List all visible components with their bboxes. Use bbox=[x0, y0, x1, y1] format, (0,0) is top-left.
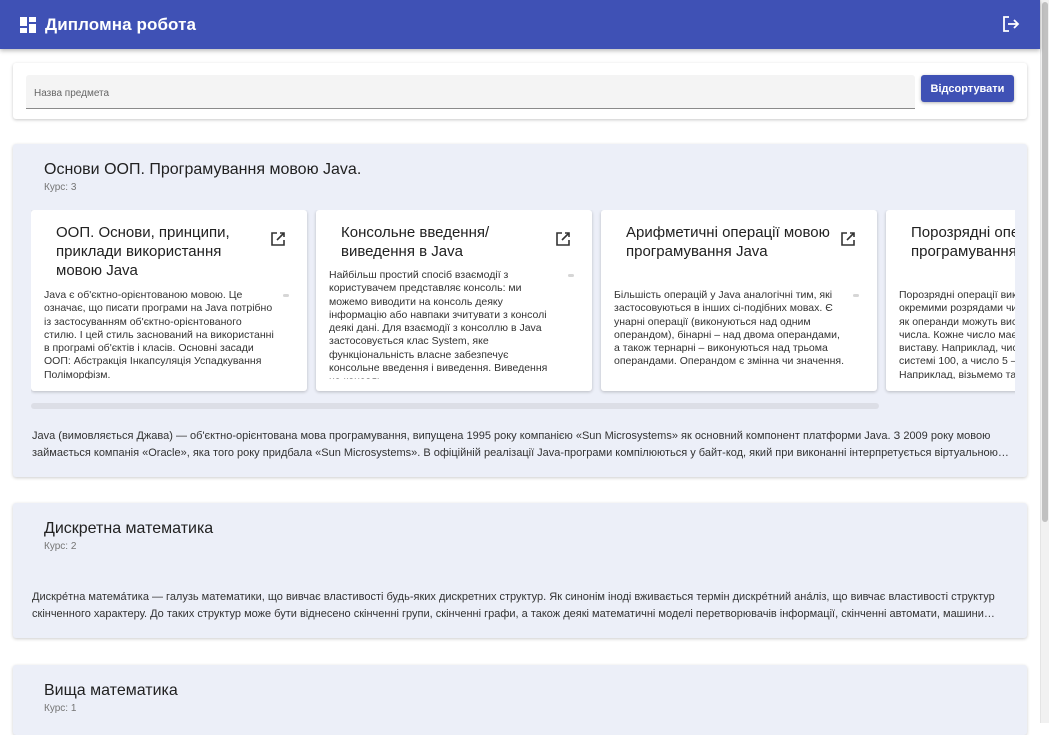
subject-title: Основи ООП. Програмування мовою Java. bbox=[44, 161, 362, 178]
topic-text: Більшість операцій у Java аналогічні тим… bbox=[614, 289, 844, 368]
topic-title: Арифметичні операції мовою програмування… bbox=[626, 224, 830, 260]
open-in-new-icon[interactable] bbox=[554, 230, 572, 248]
topic-text: Java є об'єктно-орієнтованою мовою. Це о… bbox=[44, 289, 274, 379]
page-scrollbar[interactable] bbox=[1040, 0, 1049, 723]
topic-card[interactable]: Порозрядні операції мовою програмування … bbox=[886, 210, 1015, 391]
app-bar: Дипломна робота bbox=[0, 0, 1040, 49]
subject-course: Курс: 1 bbox=[44, 703, 77, 714]
dashboard-icon bbox=[20, 16, 36, 33]
subject-card: Основи ООП. Програмування мовою Java. Ку… bbox=[13, 144, 1027, 477]
open-in-new-icon[interactable] bbox=[839, 230, 857, 248]
subject-title: Дискретна математика bbox=[44, 520, 214, 537]
topic-text-scrollbar[interactable] bbox=[283, 294, 289, 297]
topic-title: ООП. Основи, принципи, приклади використ… bbox=[56, 224, 230, 279]
subject-description: Java (вимовляється Джава) — об'єктно-орі… bbox=[32, 430, 998, 459]
topic-card[interactable]: ООП. Основи, принципи, приклади використ… bbox=[31, 210, 307, 391]
search-input[interactable] bbox=[26, 75, 915, 108]
search-field[interactable] bbox=[26, 75, 915, 109]
topics-scrollbar[interactable] bbox=[31, 403, 879, 409]
subject-card: Вища математика Курс: 1 bbox=[13, 665, 1027, 735]
page-scrollbar-thumb[interactable] bbox=[1042, 2, 1048, 522]
app-title: Дипломна робота bbox=[45, 14, 197, 34]
sort-button[interactable]: Відсортувати bbox=[921, 75, 1014, 102]
subject-card: Дискретна математика Курс: 2 Дискре́тна … bbox=[13, 503, 1027, 638]
logout-icon[interactable] bbox=[1002, 15, 1020, 33]
subject-course: Курс: 3 bbox=[44, 182, 77, 193]
subject-course: Курс: 2 bbox=[44, 541, 77, 552]
topic-text: Найбільш простий спосіб взаємодії з кори… bbox=[329, 269, 548, 379]
topic-text-scrollbar[interactable] bbox=[568, 274, 574, 277]
topic-title: Консольне введення/виведення в Java bbox=[341, 224, 490, 260]
topics-carousel: ООП. Основи, принципи, приклади використ… bbox=[31, 210, 1015, 410]
topic-card[interactable]: Консольне введення/виведення в Java Найб… bbox=[316, 210, 592, 391]
search-card: Відсортувати bbox=[13, 63, 1027, 119]
subject-description: Дискре́тна матема́тика — галузь математи… bbox=[32, 591, 995, 620]
topic-card[interactable]: Арифметичні операції мовою програмування… bbox=[601, 210, 877, 391]
subject-title: Вища математика bbox=[44, 682, 178, 699]
open-in-new-icon[interactable] bbox=[269, 230, 287, 248]
topic-text-scrollbar[interactable] bbox=[853, 294, 859, 297]
topic-text: Порозрядні операції виконуються над окре… bbox=[899, 289, 1015, 379]
topic-title: Порозрядні операції мовою програмування … bbox=[911, 224, 1015, 260]
